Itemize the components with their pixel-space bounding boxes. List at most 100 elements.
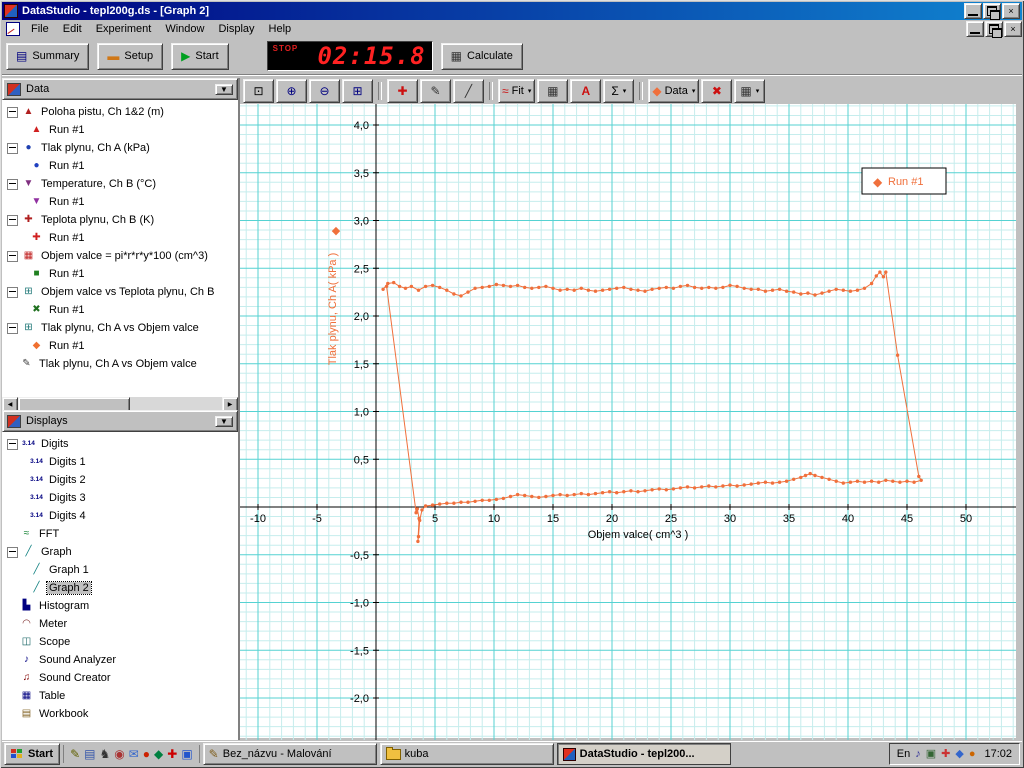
graph-plot-area[interactable]: -10 -5 5 10 15 20 25 30 35 40 45 50 4,0 3,5 3,0 2,5 2,0 1… [240,104,1016,740]
display-item-histogram[interactable]: ▙ Histogram [2,597,238,615]
display-item-graph[interactable]: ╱ Graph [2,543,238,561]
display-item-fft[interactable]: ≈ FFT [2,525,238,543]
quick-launch-icon[interactable]: ▤ [84,748,95,760]
display-item-digits[interactable]: 3.14 Digits [2,435,238,453]
graph-canvas[interactable]: -10 -5 5 10 15 20 25 30 35 40 45 50 4,0 3,5 3,0 2,5 2,0 1… [240,104,1016,740]
run-item[interactable]: ■ Run #1 [2,265,238,283]
remove-button[interactable]: ✖ [701,79,733,103]
data-item-poloha-pistu[interactable]: ▲ Poloha pistu, Ch 1&2 (m) [2,103,238,121]
collapse-icon[interactable] [7,322,18,334]
data-item-tlak-plynu[interactable]: ● Tlak plynu, Ch A (kPa) [2,139,238,157]
statistics-menu-button[interactable]: Σ ▾ [603,79,635,103]
collapse-icon[interactable] [7,178,18,190]
menu-help[interactable]: Help [262,21,299,37]
smart-tool-button[interactable]: ✚ [387,79,418,103]
text-annotation-icon: A [581,84,591,98]
zoom-select-button[interactable]: ⊞ [342,79,373,103]
data-item-tlak-vs-objem-2[interactable]: ✎ Tlak plynu, Ch A vs Objem valce [2,355,238,373]
run-item[interactable]: ▲ Run #1 [2,121,238,139]
minimize-button[interactable] [964,3,982,19]
quick-launch-icon[interactable]: ✚ [167,748,177,760]
display-item-sound-creator[interactable]: ♫ Sound Creator [2,669,238,687]
run-item[interactable]: ◆ Run #1 [2,337,238,355]
collapse-icon[interactable] [7,286,18,298]
display-item-digits-2[interactable]: 3.14 Digits 2 [2,471,238,489]
run-item[interactable]: ● Run #1 [2,157,238,175]
display-item-digits-4[interactable]: 3.14 Digits 4 [2,507,238,525]
display-item-graph-2[interactable]: ╱ Graph 2 [2,579,238,597]
data-item-tlak-vs-objem[interactable]: ⊞ Tlak plynu, Ch A vs Objem valce [2,319,238,337]
menu-experiment[interactable]: Experiment [89,21,159,37]
collapse-icon[interactable] [7,214,18,226]
menu-edit[interactable]: Edit [56,21,89,37]
display-item-digits-3[interactable]: 3.14 Digits 3 [2,489,238,507]
collapse-icon[interactable] [7,250,18,262]
run-item[interactable]: ✖ Run #1 [2,301,238,319]
display-item-sound-analyzer[interactable]: ♪ Sound Analyzer [2,651,238,669]
tray-icon[interactable]: ♪ [915,748,921,760]
zoom-in-button[interactable]: ⊕ [276,79,307,103]
setup-button[interactable]: ▬ Setup [97,42,164,70]
display-item-table[interactable]: ▦ Table [2,687,238,705]
tray-icon[interactable]: ◆ [955,748,963,760]
collapse-icon[interactable] [7,546,18,558]
collapse-icon[interactable] [7,438,18,450]
tray-icon[interactable]: ✚ [941,748,950,760]
close-button[interactable]: × [1002,3,1020,19]
quick-launch-icon[interactable]: ✉ [129,748,139,760]
display-item-scope[interactable]: ◫ Scope [2,633,238,651]
task-button-malovani[interactable]: ✎ Bez_názvu - Malování [202,743,377,765]
restore-button[interactable] [983,3,1001,20]
graph-document-icon[interactable] [6,22,20,36]
scale-to-fit-button[interactable]: ⊡ [243,79,274,103]
start-menu-button[interactable]: Start [4,743,61,765]
quick-launch-icon[interactable]: ▣ [181,748,192,760]
slope-tool-button[interactable]: ╱ [453,79,484,103]
data-panel-dropdown[interactable]: ▼ [215,83,233,95]
collapse-icon[interactable] [7,106,18,118]
data-series-run-1[interactable] [382,270,922,542]
mdi-minimize-button[interactable] [966,21,984,37]
data-item-objem-valce[interactable]: ▦ Objem valce = pi*r*r*y*100 (cm^3) [2,247,238,265]
menu-display[interactable]: Display [211,21,261,37]
quick-launch-icon[interactable]: ✎ [70,748,80,760]
run-item[interactable]: ✚ Run #1 [2,229,238,247]
run-item[interactable]: ▼ Run #1 [2,193,238,211]
display-item-digits-1[interactable]: 3.14 Digits 1 [2,453,238,471]
quick-launch-icon[interactable]: ♞ [99,748,110,760]
quick-launch-icon[interactable]: ● [143,748,150,760]
quick-launch-icon[interactable]: ◉ [114,748,124,760]
language-indicator[interactable]: En [897,748,910,760]
zoom-out-button[interactable]: ⊖ [309,79,340,103]
calculate-button[interactable]: ▦ Calculate [440,42,523,70]
quick-launch-icon[interactable]: ◆ [154,748,163,760]
display-item-meter[interactable]: ◠ Meter [2,615,238,633]
data-item-teplota-plynu[interactable]: ✚ Teplota plynu, Ch B (K) [2,211,238,229]
title-bar[interactable]: DataStudio - tepl200g.ds - [Graph 2] × [2,2,1022,20]
data-panel-header[interactable]: Data ▼ [2,78,238,100]
menu-file[interactable]: File [24,21,56,37]
displays-panel-header[interactable]: Displays ▼ [2,410,238,432]
tray-icon[interactable]: ▣ [926,748,936,760]
menu-window[interactable]: Window [158,21,211,37]
summary-button[interactable]: ▤ Summary [6,42,90,70]
collapse-icon[interactable] [7,142,18,154]
display-item-graph-1[interactable]: ╱ Graph 1 [2,561,238,579]
note-tool-button[interactable]: ✎ [420,79,451,103]
tray-icon[interactable]: ● [969,748,976,760]
mdi-close-button[interactable]: × [1004,21,1022,37]
data-item-temperature[interactable]: ▼ Temperature, Ch B (°C) [2,175,238,193]
start-button[interactable]: ▶ Start [171,42,229,70]
text-annotation-button[interactable]: A [570,79,602,103]
task-button-datastudio[interactable]: DataStudio - tepl200... [556,743,731,765]
graph-settings-button[interactable]: ▦ ▾ [734,79,766,103]
data-menu-button[interactable]: ◆ Data ▾ [648,79,700,103]
data-item-objem-vs-teplota[interactable]: ⊞ Objem valce vs Teplota plynu, Ch B [2,283,238,301]
task-button-kuba[interactable]: kuba [379,743,554,765]
calculate-tool-button[interactable]: ▦ [537,79,569,103]
displays-panel-dropdown[interactable]: ▼ [215,415,233,427]
mdi-restore-button[interactable] [985,21,1003,38]
display-item-workbook[interactable]: ▤ Workbook [2,705,238,723]
data-tree-hscrollbar[interactable]: ◀ ▶ [2,397,238,412]
fit-menu-button[interactable]: ≈ Fit ▾ [498,79,536,103]
